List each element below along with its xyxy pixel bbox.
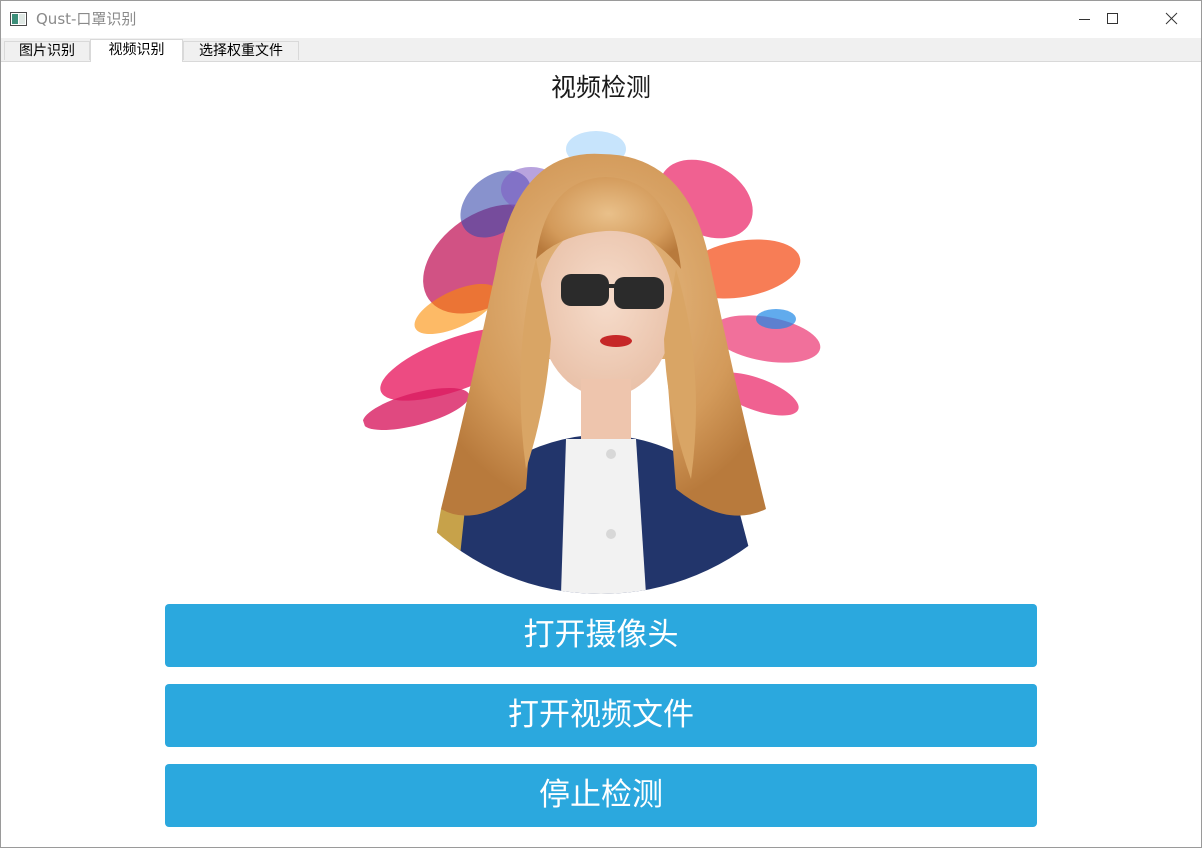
portrait-image — [351, 109, 851, 594]
close-button[interactable] — [1143, 1, 1201, 38]
title-bar: Qust-口罩识别 — [1, 1, 1201, 38]
panel-title: 视频检测 — [550, 73, 651, 102]
tab-image-recognition[interactable]: 图片识别 — [4, 41, 90, 60]
window-title: Qust-口罩识别 — [36, 10, 137, 28]
tab-video-recognition[interactable]: 视频识别 — [90, 39, 183, 62]
stop-detection-button[interactable]: 停止检测 — [165, 764, 1037, 827]
maximize-icon — [1107, 13, 1118, 24]
app-icon — [10, 12, 27, 26]
open-camera-button[interactable]: 打开摄像头 — [165, 604, 1037, 667]
maximize-button[interactable] — [1084, 1, 1142, 38]
tab-select-weights[interactable]: 选择权重文件 — [183, 41, 299, 60]
app-window: Qust-口罩识别 图片识别 视频识别 选择权重文件 视频检测 打开摄像头 打开… — [0, 0, 1202, 848]
close-icon — [1165, 12, 1178, 25]
tab-bar: 图片识别 视频识别 选择权重文件 — [1, 38, 1201, 62]
open-video-file-button[interactable]: 打开视频文件 — [165, 684, 1037, 747]
